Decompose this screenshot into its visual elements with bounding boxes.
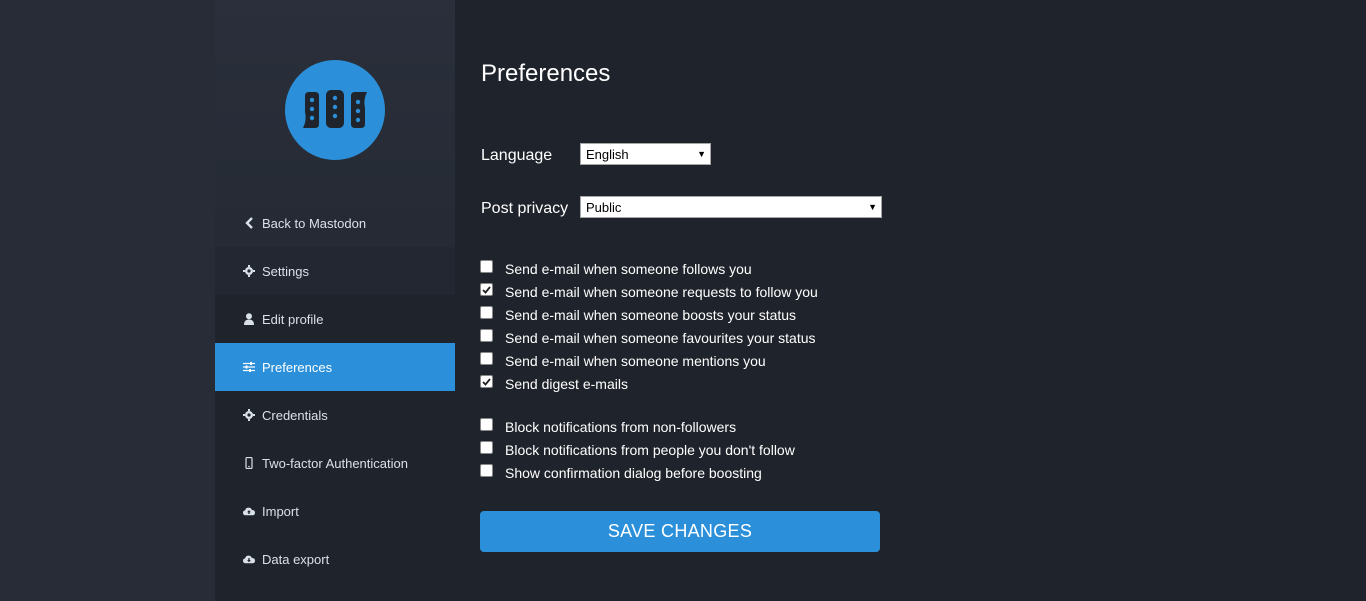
save-changes-button[interactable]: SAVE CHANGES xyxy=(480,511,880,552)
checkbox-label: Block notifications from people you don'… xyxy=(505,441,795,458)
checkbox-mention[interactable] xyxy=(480,352,493,365)
checkbox-label: Send e-mail when someone mentions you xyxy=(505,352,766,369)
language-select-value: English xyxy=(586,146,629,162)
sidebar-item-import[interactable]: Import xyxy=(215,487,455,535)
checkbox-label: Show confirmation dialog before boosting xyxy=(505,464,762,481)
sidebar-item-back[interactable]: Back to Mastodon xyxy=(215,199,455,247)
sidebar-item-label: Two-factor Authentication xyxy=(262,455,408,471)
gear-icon xyxy=(243,265,255,277)
sidebar-item-label: Preferences xyxy=(262,359,333,375)
language-label: Language xyxy=(481,147,553,164)
checkbox-digest[interactable] xyxy=(480,375,493,388)
checkbox-follow[interactable] xyxy=(480,260,493,273)
sliders-icon xyxy=(243,361,255,373)
sidebar-item-label: Data export xyxy=(262,551,330,567)
sidebar-item-label: Edit profile xyxy=(262,311,324,327)
checkbox-label: Send e-mail when someone favourites your… xyxy=(505,329,816,346)
post-privacy-select-value: Public xyxy=(586,199,622,215)
sidebar-item-label: Credentials xyxy=(262,407,328,423)
sidebar-item-label: Back to Mastodon xyxy=(262,215,367,231)
sidebar-item-credentials[interactable]: Credentials xyxy=(215,391,455,439)
check-row-favourite: Send e-mail when someone favourites your… xyxy=(480,326,818,349)
user-icon xyxy=(243,313,255,325)
post-privacy-label: Post privacy xyxy=(481,200,569,217)
mastodon-logo-icon[interactable] xyxy=(285,60,385,160)
other-notification-checkboxes: Block notifications from non-followers B… xyxy=(480,415,795,484)
checkbox-boost-modal[interactable] xyxy=(480,464,493,477)
page-gutter xyxy=(0,0,215,601)
post-privacy-select[interactable]: Public ▼ xyxy=(580,196,882,218)
sidebar-item-label: Settings xyxy=(262,263,309,279)
checkbox-block-not-following[interactable] xyxy=(480,441,493,454)
check-row-digest: Send digest e-mails xyxy=(480,372,818,395)
check-row-reblog: Send e-mail when someone boosts your sta… xyxy=(480,303,818,326)
checkbox-label: Send e-mail when someone requests to fol… xyxy=(505,283,818,300)
dropdown-arrow-icon: ▼ xyxy=(697,149,706,159)
sidebar-item-label: Import xyxy=(262,503,299,519)
sidebar-item-two-factor[interactable]: Two-factor Authentication xyxy=(215,439,455,487)
check-row-follow: Send e-mail when someone follows you xyxy=(480,257,818,280)
checkbox-label: Block notifications from non-followers xyxy=(505,418,737,435)
cloud-upload-icon xyxy=(243,505,255,517)
sidebar: Back to Mastodon Settings Edit profile P… xyxy=(215,0,455,601)
checkbox-block-non-followers[interactable] xyxy=(480,418,493,431)
gear-icon xyxy=(243,409,255,421)
checkbox-label: Send e-mail when someone follows you xyxy=(505,260,752,277)
checkbox-favourite[interactable] xyxy=(480,329,493,342)
check-row-mention: Send e-mail when someone mentions you xyxy=(480,349,818,372)
check-row-block-non-followers: Block notifications from non-followers xyxy=(480,415,795,438)
sidebar-item-preferences[interactable]: Preferences xyxy=(215,343,455,391)
check-row-block-not-following: Block notifications from people you don'… xyxy=(480,438,795,461)
sidebar-item-edit-profile[interactable]: Edit profile xyxy=(215,295,455,343)
checkbox-label: Send e-mail when someone boosts your sta… xyxy=(505,306,797,323)
email-notification-checkboxes: Send e-mail when someone follows you Sen… xyxy=(480,257,818,395)
dropdown-arrow-icon: ▼ xyxy=(868,202,877,212)
check-row-follow-request: Send e-mail when someone requests to fol… xyxy=(480,280,818,303)
sidebar-nav: Back to Mastodon Settings Edit profile P… xyxy=(215,199,455,583)
sidebar-item-data-export[interactable]: Data export xyxy=(215,535,455,583)
chevron-left-icon xyxy=(243,217,255,229)
checkbox-reblog[interactable] xyxy=(480,306,493,319)
mobile-icon xyxy=(243,457,255,469)
language-select[interactable]: English ▼ xyxy=(580,143,711,165)
sidebar-item-settings[interactable]: Settings xyxy=(215,247,455,295)
checkbox-follow-request[interactable] xyxy=(480,283,493,296)
cloud-download-icon xyxy=(243,553,255,565)
checkbox-label: Send digest e-mails xyxy=(505,375,628,392)
check-row-boost-modal: Show confirmation dialog before boosting xyxy=(480,461,795,484)
page-title: Preferences xyxy=(481,60,611,87)
